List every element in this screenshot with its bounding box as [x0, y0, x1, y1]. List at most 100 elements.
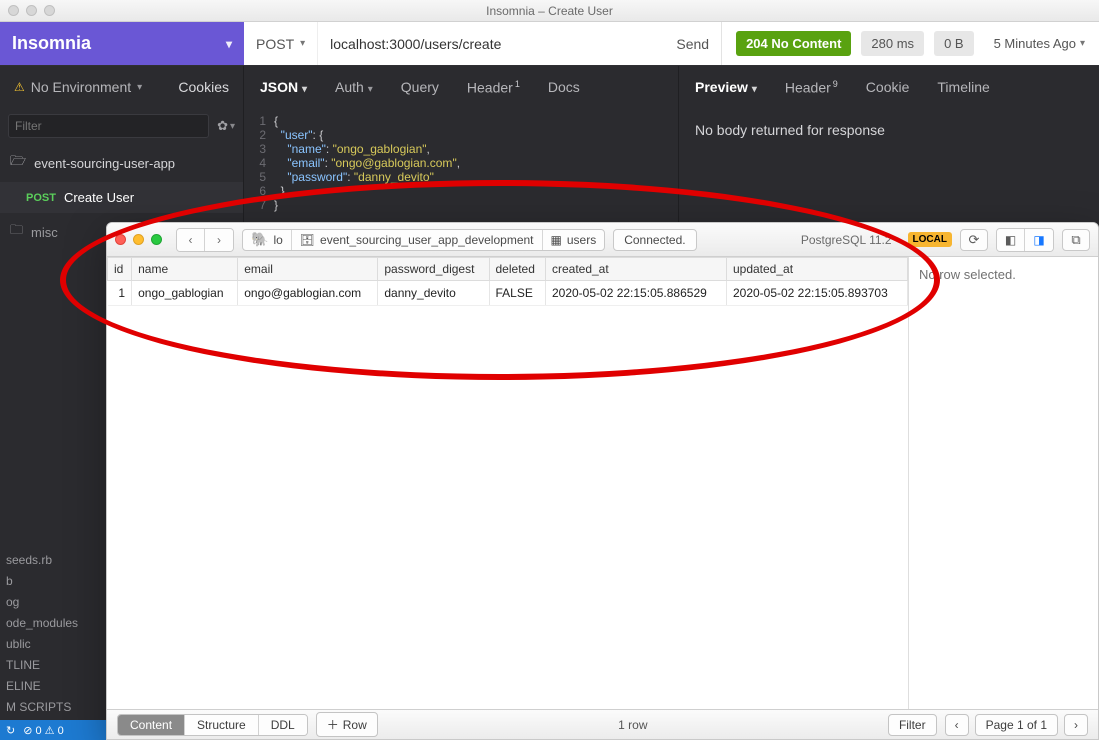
db-client-window: ‹ › 🐘lo 🗄event_sourcing_user_app_develop… [106, 222, 1099, 740]
layout-toggle[interactable]: ◧ ◨ [996, 228, 1054, 252]
chevron-down-icon: ▾ [752, 84, 757, 95]
page-prev-button[interactable]: ‹ [945, 714, 969, 736]
zoom-icon[interactable] [151, 234, 162, 245]
method-tag: POST [26, 192, 56, 204]
history-nav[interactable]: ‹ › [176, 228, 234, 252]
minimize-icon[interactable] [133, 234, 144, 245]
breadcrumb[interactable]: 🐘lo 🗄event_sourcing_user_app_development… [242, 229, 605, 251]
table-row[interactable]: 1 ongo_gablogian ongo@gablogian.com dann… [108, 281, 908, 306]
pager: ‹ Page 1 of 1 › [945, 714, 1088, 736]
chevron-down-icon: ▾ [368, 84, 373, 95]
environment-dropdown[interactable]: ⚠ No Environment ▾ [14, 79, 142, 95]
tab-resp-timeline[interactable]: Timeline [937, 79, 989, 95]
cell-created-at[interactable]: 2020-05-02 22:15:05.886529 [545, 281, 726, 306]
page-next-button[interactable]: › [1064, 714, 1088, 736]
breadcrumb-table: users [567, 233, 596, 247]
problems-counter[interactable]: ⊘ 0 ⚠ 0 [23, 724, 63, 737]
cell-email[interactable]: ongo@gablogian.com [238, 281, 378, 306]
breadcrumb-host: lo [273, 233, 282, 247]
filter-button[interactable]: Filter [888, 714, 937, 736]
row-detail-message: No row selected. [919, 267, 1088, 282]
col-name[interactable]: name [132, 258, 238, 281]
cell-name[interactable]: ongo_gablogian [132, 281, 238, 306]
tab-query[interactable]: Query [401, 79, 439, 95]
engine-version: PostgreSQL 11.2 [793, 233, 900, 247]
http-method: POST [256, 36, 294, 52]
cookies-button[interactable]: Cookies [178, 79, 229, 95]
chevron-down-icon: ▾ [1080, 38, 1085, 49]
sidebar-folder[interactable]: 🗁 event-sourcing-user-app [0, 144, 243, 182]
chevron-down-icon: ▾ [226, 37, 232, 51]
response-age-text: 5 Minutes Ago [994, 36, 1076, 51]
add-row-button[interactable]: ＋Row [316, 712, 378, 737]
status-badge: 204 No Content [736, 31, 851, 56]
chevron-down-icon: ▾ [302, 84, 307, 95]
cell-id[interactable]: 1 [108, 281, 132, 306]
send-button[interactable]: Send [676, 36, 709, 52]
layout-right-icon[interactable]: ◨ [1025, 229, 1053, 251]
workspace-dropdown[interactable]: Insomnia ▾ [0, 22, 244, 65]
page-indicator: Page 1 of 1 [975, 714, 1058, 736]
size-badge: 0 B [934, 31, 974, 56]
row-count: 1 row [386, 718, 880, 732]
tab-preview[interactable]: Preview ▾ [695, 79, 757, 95]
tab-content[interactable]: Content [118, 715, 185, 735]
table-icon: ▦ [551, 233, 562, 247]
sidebar-add-dropdown[interactable]: ✿▾ [217, 118, 235, 134]
layout-left-icon[interactable]: ◧ [997, 229, 1025, 251]
db-window-traffic-lights[interactable] [115, 234, 162, 245]
http-method-dropdown[interactable]: POST ▾ [244, 22, 318, 65]
request-name: Create User [64, 190, 134, 205]
sync-icon[interactable]: ↻ [6, 724, 15, 737]
environment-label: No Environment [31, 79, 131, 95]
tab-resp-cookie[interactable]: Cookie [866, 79, 910, 95]
data-grid[interactable]: id name email password_digest deleted cr… [107, 257, 908, 709]
response-age-dropdown[interactable]: 5 Minutes Ago ▾ [994, 36, 1085, 51]
response-empty-message: No body returned for response [695, 122, 1083, 138]
cell-password-digest[interactable]: danny_devito [378, 281, 489, 306]
header-count-badge: 1 [515, 79, 520, 89]
db-bottom-bar: Content Structure DDL ＋Row 1 row Filter … [107, 709, 1098, 739]
tab-structure[interactable]: Structure [185, 715, 259, 735]
new-window-button[interactable]: ⧉ [1062, 229, 1090, 251]
refresh-button[interactable]: ⟳ [960, 229, 988, 251]
connection-status: Connected. [613, 229, 696, 251]
db-toolbar: ‹ › 🐘lo 🗄event_sourcing_user_app_develop… [107, 223, 1098, 257]
local-badge: LOCAL [908, 232, 952, 247]
col-created-at[interactable]: created_at [545, 258, 726, 281]
folder-open-icon: 🗁 [10, 152, 26, 174]
tab-docs[interactable]: Docs [548, 79, 580, 95]
tab-header[interactable]: Header1 [467, 79, 520, 96]
folder-label: misc [31, 225, 58, 240]
close-icon[interactable] [115, 234, 126, 245]
row-detail-pane: No row selected. [908, 257, 1098, 709]
tabs-bar: ⚠ No Environment ▾ Cookies JSON ▾ Auth ▾… [0, 66, 1099, 108]
tab-ddl[interactable]: DDL [259, 715, 307, 735]
users-table[interactable]: id name email password_digest deleted cr… [107, 257, 908, 306]
col-email[interactable]: email [238, 258, 378, 281]
macos-titlebar: Insomnia – Create User [0, 0, 1099, 22]
col-updated-at[interactable]: updated_at [726, 258, 907, 281]
sidebar-request-item[interactable]: POST Create User [0, 182, 243, 213]
sidebar-filter-input[interactable] [8, 114, 209, 138]
breadcrumb-db: event_sourcing_user_app_development [320, 233, 534, 247]
col-deleted[interactable]: deleted [489, 258, 545, 281]
back-button[interactable]: ‹ [177, 229, 205, 251]
tab-auth[interactable]: Auth ▾ [335, 79, 373, 95]
cell-deleted[interactable]: FALSE [489, 281, 545, 306]
request-tabs: JSON ▾ Auth ▾ Query Header1 Docs [244, 66, 679, 108]
plus-icon: ＋ [327, 716, 339, 733]
time-badge: 280 ms [861, 31, 924, 56]
col-password-digest[interactable]: password_digest [378, 258, 489, 281]
view-mode-tabs[interactable]: Content Structure DDL [117, 714, 308, 736]
tab-resp-header[interactable]: Header9 [785, 79, 838, 96]
tab-body[interactable]: JSON ▾ [260, 79, 307, 95]
col-id[interactable]: id [108, 258, 132, 281]
cell-updated-at[interactable]: 2020-05-02 22:15:05.893703 [726, 281, 907, 306]
warning-icon: ⚠ [14, 80, 25, 94]
chevron-down-icon: ▾ [300, 38, 305, 49]
folder-name: event-sourcing-user-app [34, 156, 175, 171]
url-bar[interactable]: localhost:3000/users/create Send [318, 22, 722, 65]
forward-button[interactable]: › [205, 229, 233, 251]
url-text: localhost:3000/users/create [330, 36, 501, 52]
